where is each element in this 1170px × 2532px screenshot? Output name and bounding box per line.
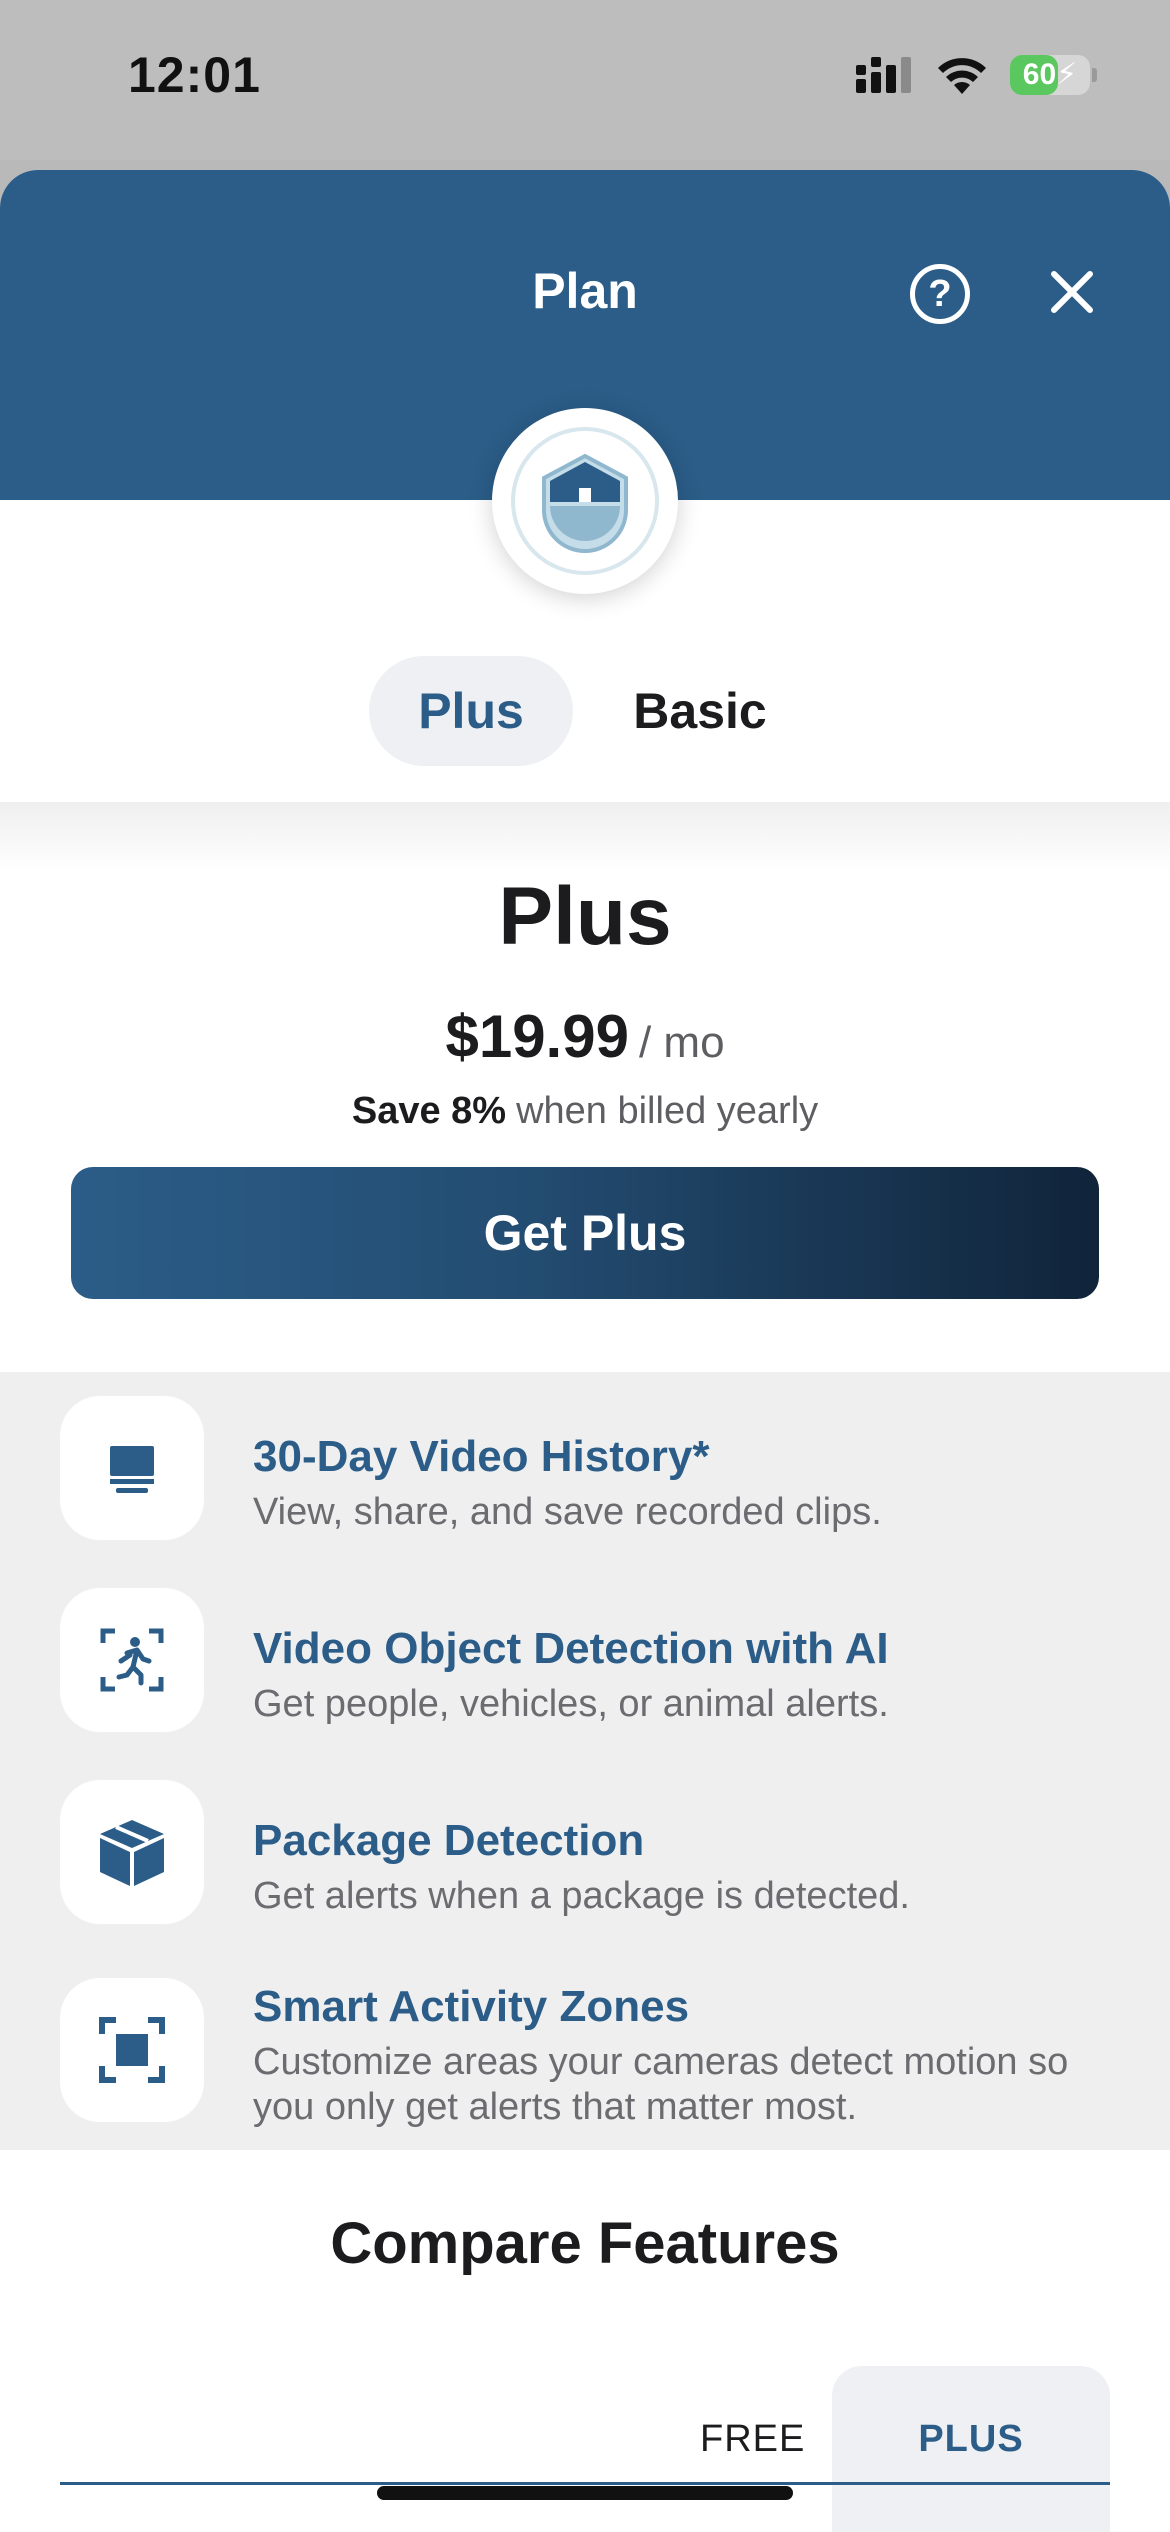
- column-header-plus: PLUS: [918, 2418, 1024, 2460]
- home-shield-icon: [511, 427, 659, 575]
- plan-sheet: Plan ? Plus Basic Plus $19.99/ mo Save 8…: [0, 170, 1170, 2532]
- home-indicator[interactable]: [377, 2486, 793, 2500]
- tabs-divider-shadow: [0, 802, 1170, 872]
- monitor-icon: [110, 1446, 154, 1493]
- feature-title: Smart Activity Zones: [253, 1982, 690, 2031]
- tab-plus[interactable]: Plus: [369, 656, 573, 766]
- feature-description: Get people, vehicles, or animal alerts.: [253, 1683, 889, 1725]
- get-plus-button[interactable]: Get Plus: [71, 1167, 1099, 1299]
- plan-logo: [492, 408, 678, 594]
- person-detection-icon: [100, 1628, 164, 1692]
- plan-name: Plus: [498, 871, 672, 962]
- status-time: 12:01: [128, 47, 261, 103]
- question-mark-icon: ?: [928, 273, 952, 315]
- tab-basic[interactable]: Basic: [600, 656, 800, 766]
- save-percentage: Save 8%: [351, 1090, 507, 1132]
- help-button[interactable]: ?: [910, 264, 970, 324]
- compare-features-title: Compare Features: [330, 2211, 840, 2276]
- feature-icon-box: [60, 1978, 204, 2122]
- sheet-title: Plan: [532, 263, 638, 319]
- battery-percentage: 60⚡: [1022, 58, 1078, 91]
- activity-zone-icon: [99, 2017, 165, 2083]
- package-icon: [100, 1820, 164, 1886]
- feature-icon-box: [60, 1396, 204, 1540]
- feature-title: Video Object Detection with AI: [253, 1624, 889, 1673]
- feature-description: View, share, and save recorded clips.: [253, 1491, 882, 1533]
- price-line: $19.99/ mo: [0, 1002, 1170, 1071]
- feature-icon-box: [60, 1780, 204, 1924]
- cellular-signal-icon: [856, 57, 911, 93]
- compare-divider: [60, 2482, 1110, 2485]
- price-amount: $19.99: [445, 1003, 629, 1070]
- column-header-free: FREE: [700, 2418, 806, 2460]
- close-icon[interactable]: [1044, 264, 1100, 320]
- feature-title: Package Detection: [253, 1816, 645, 1865]
- battery-icon: 60⚡: [1010, 55, 1097, 95]
- save-description: when billed yearly: [516, 1090, 819, 1132]
- price-unit: / mo: [638, 1018, 725, 1067]
- feature-description: Customize areas your cameras detect moti…: [253, 2041, 1069, 2128]
- wifi-icon: [938, 58, 986, 94]
- save-line: Save 8% when billed yearly: [0, 1090, 1170, 1133]
- plan-tabs: Plus Basic: [0, 656, 1170, 766]
- feature-description: Get alerts when a package is detected.: [253, 1875, 910, 1917]
- feature-icon-box: [60, 1588, 204, 1732]
- status-bar: 12:01 60⚡: [0, 0, 1170, 160]
- feature-list: 30-Day Video History* View, share, and s…: [0, 1372, 1170, 2150]
- status-icons: 60⚡: [856, 55, 1097, 95]
- feature-title: 30-Day Video History*: [253, 1432, 710, 1481]
